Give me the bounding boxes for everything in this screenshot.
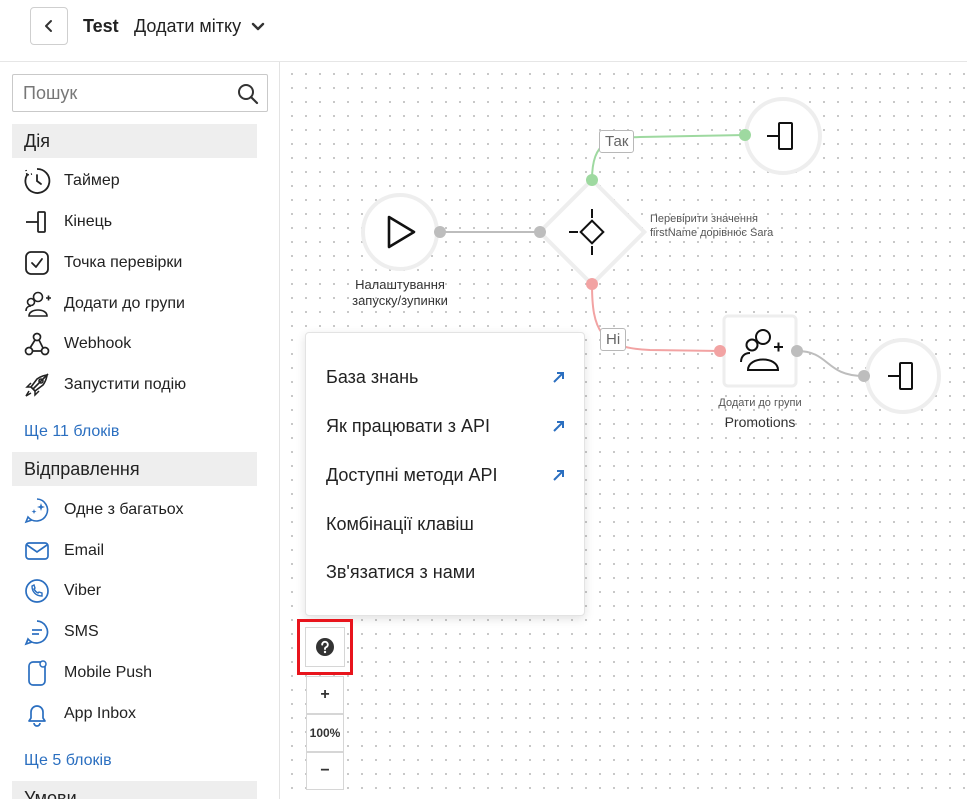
- help-contact-us[interactable]: Зв'язатися з нами: [326, 557, 566, 587]
- external-link-icon: [553, 372, 564, 383]
- help-api-methods[interactable]: Доступні методи API: [326, 460, 566, 490]
- external-link-icon: [553, 421, 564, 432]
- branch-no-label: Ні: [600, 328, 627, 351]
- zoom-out-button[interactable]: −: [306, 752, 344, 790]
- end-node-yes[interactable]: [739, 97, 822, 175]
- group-node-name: Promotions: [724, 414, 796, 430]
- start-node-label: Налаштування запуску/зупинки: [352, 277, 448, 308]
- help-button-highlight: [297, 619, 353, 675]
- help-shortcuts[interactable]: Комбінації клавіш: [326, 509, 566, 539]
- zoom-in-button[interactable]: +: [306, 676, 344, 714]
- help-api-guide[interactable]: Як працювати з API: [326, 411, 566, 441]
- end-node-group[interactable]: [858, 338, 941, 414]
- group-node-caption: Додати до групи: [718, 397, 802, 409]
- connection-group-end: [796, 350, 865, 377]
- condition-description: Перевірити значення firstName дорівнює S…: [650, 213, 774, 239]
- help-knowledge-base[interactable]: База знань: [326, 362, 566, 392]
- external-link-icon: [553, 470, 564, 481]
- zoom-level: 100%: [306, 714, 344, 752]
- start-node[interactable]: [361, 193, 446, 271]
- branch-yes-label: Так: [599, 130, 635, 153]
- add-group-node[interactable]: [714, 314, 803, 388]
- help-menu: База знань Як працювати з API Доступні м…: [305, 332, 585, 616]
- condition-node[interactable]: [534, 174, 648, 290]
